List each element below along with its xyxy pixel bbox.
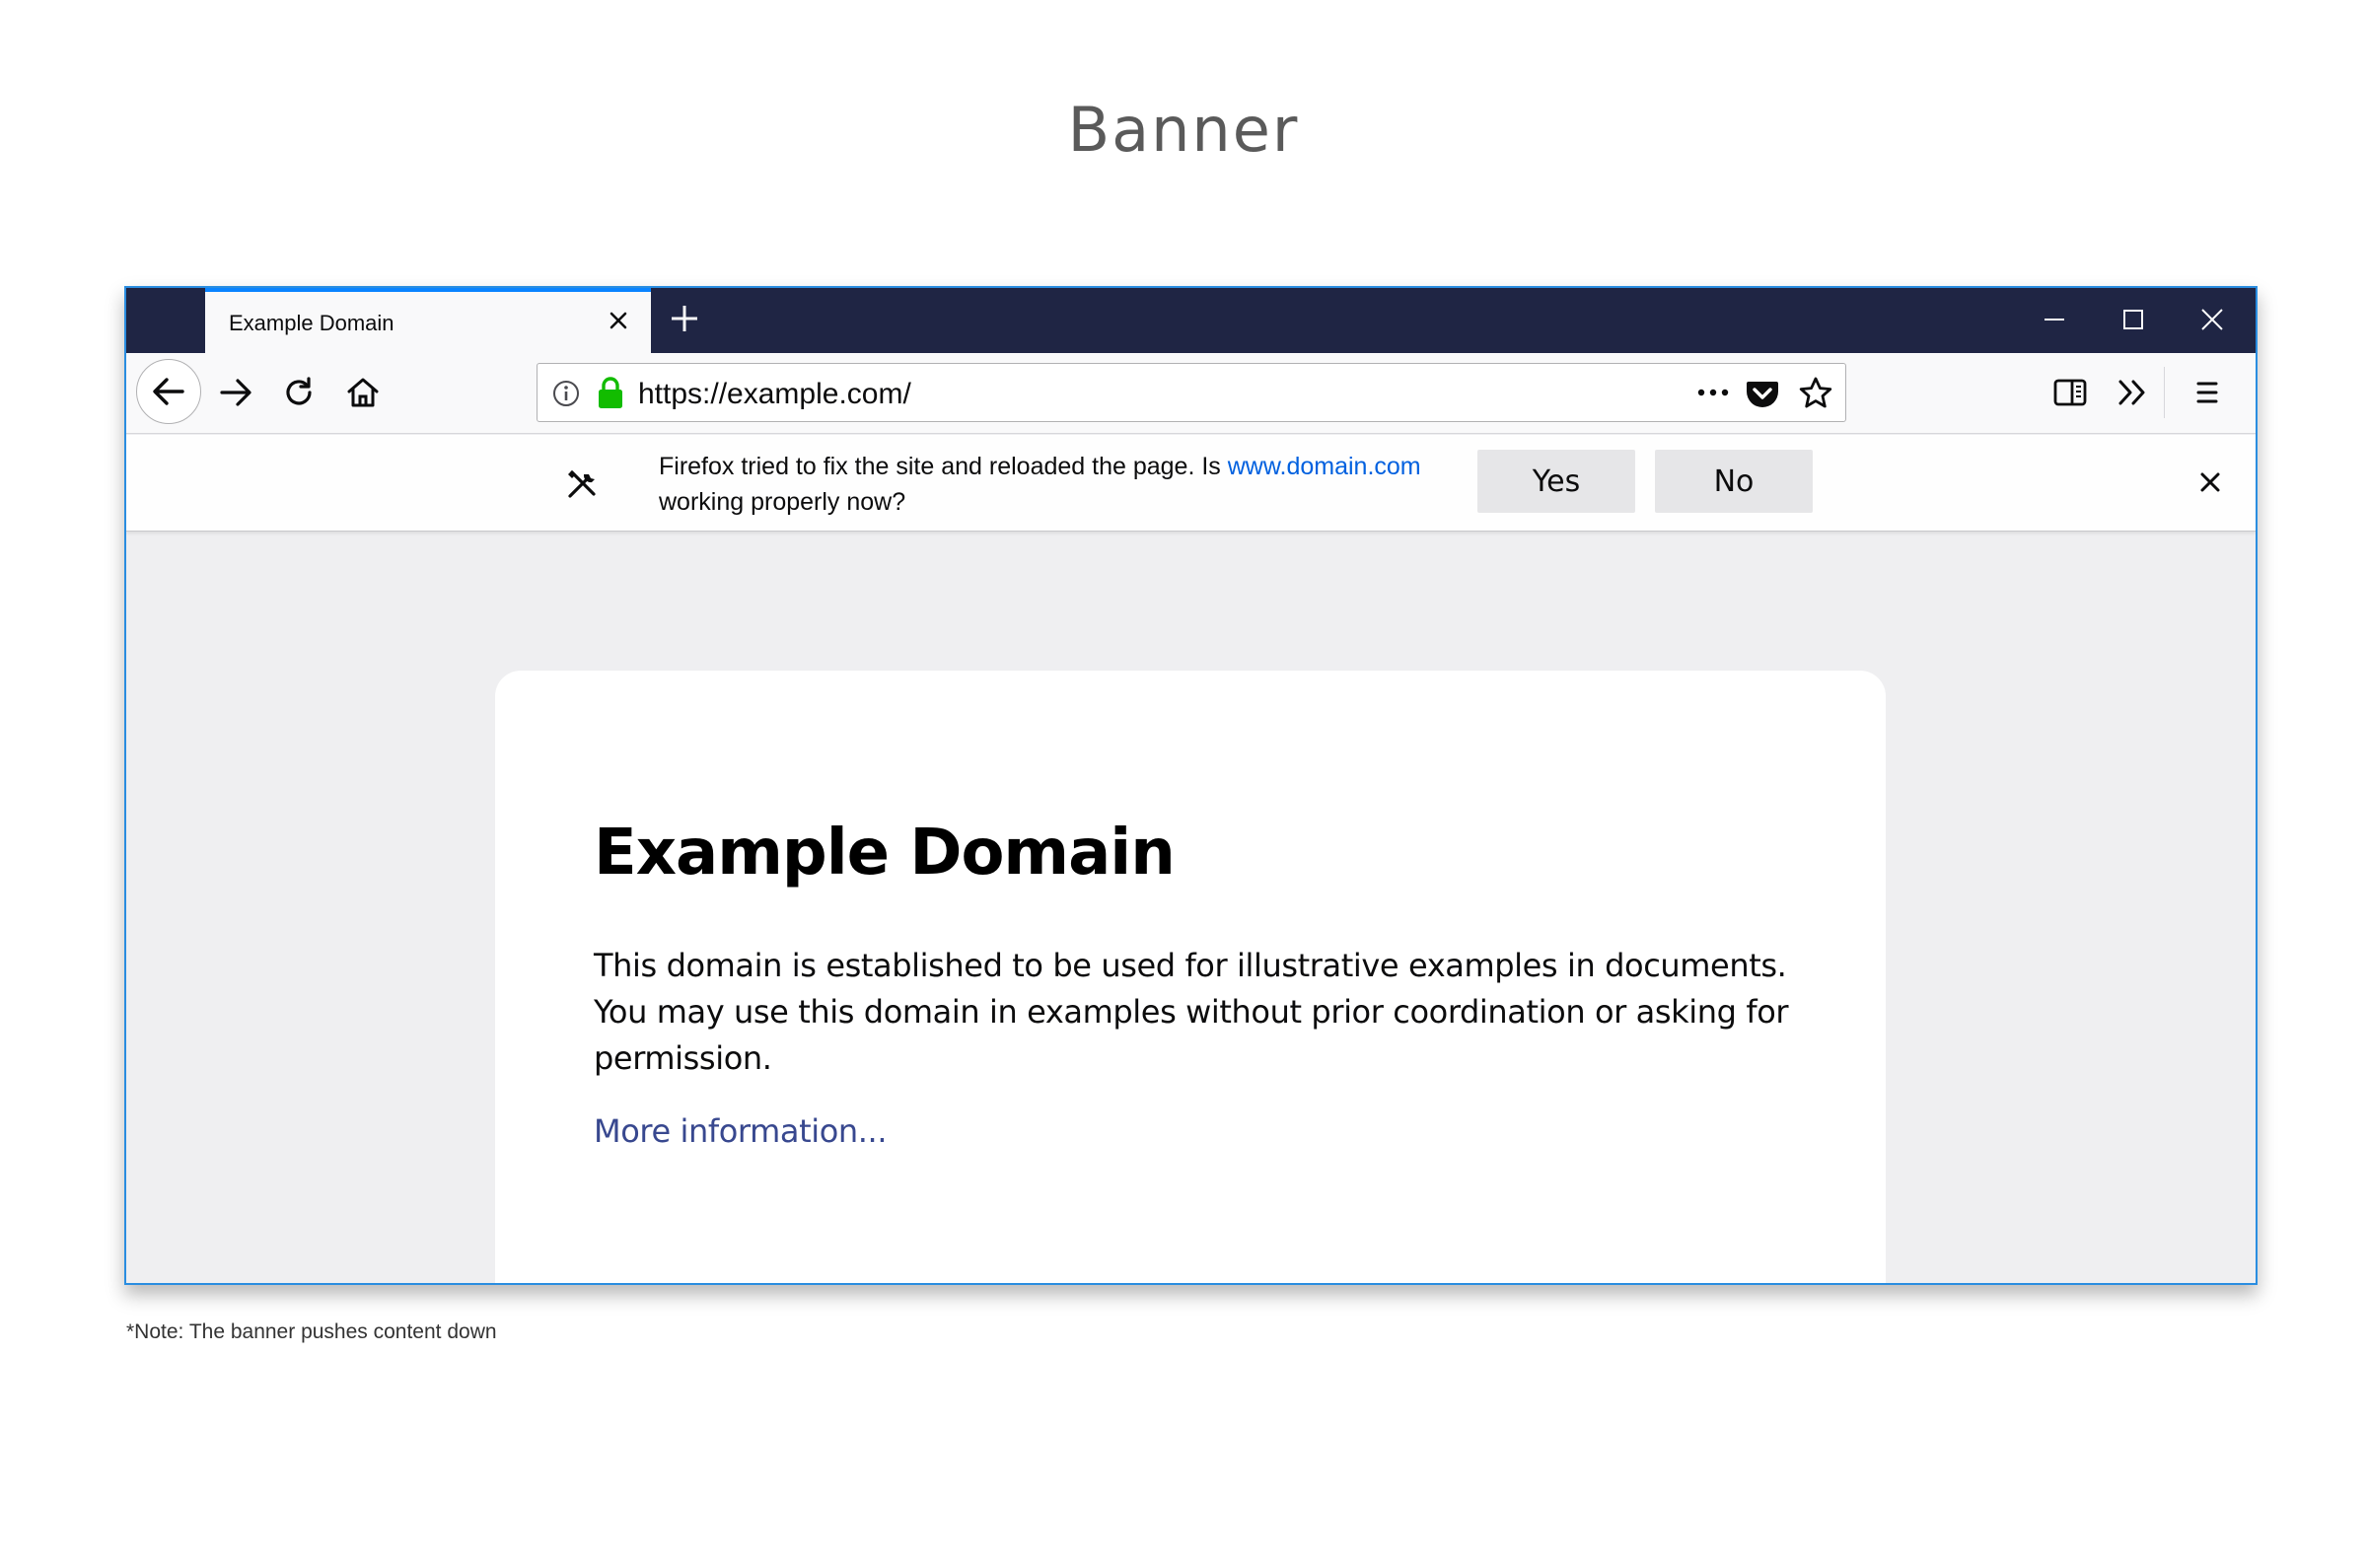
footnote: *Note: The banner pushes content down — [126, 1320, 497, 1343]
lock-icon[interactable] — [597, 376, 624, 409]
minimize-icon[interactable] — [2033, 300, 2076, 339]
back-arrow-icon[interactable] — [136, 359, 201, 424]
more-dots-icon[interactable] — [1691, 378, 1735, 407]
close-icon[interactable] — [2194, 466, 2226, 498]
yes-button[interactable]: Yes — [1477, 450, 1635, 513]
tools-icon — [564, 466, 600, 502]
navigation-toolbar: https://example.com/ — [126, 353, 2256, 434]
notification-banner: Firefox tried to fix the site and reload… — [126, 435, 2256, 532]
page-heading: Banner — [1067, 94, 1300, 166]
browser-window: Example Domain https://example.com/ Fire… — [124, 286, 2258, 1285]
tab-strip: Example Domain — [126, 288, 2256, 353]
hamburger-menu-icon[interactable] — [2177, 362, 2238, 423]
overflow-chevron-icon[interactable] — [2102, 362, 2163, 423]
tab-example-domain[interactable]: Example Domain — [205, 288, 651, 353]
maximize-icon[interactable] — [2112, 300, 2155, 339]
info-icon[interactable] — [551, 379, 581, 408]
home-icon[interactable] — [332, 362, 394, 423]
notification-message: Firefox tried to fix the site and reload… — [659, 449, 1468, 520]
page-body-text: This domain is established to be used fo… — [594, 947, 1789, 1077]
pocket-icon[interactable] — [1745, 377, 1780, 410]
no-button[interactable]: No — [1655, 450, 1813, 513]
reload-icon[interactable] — [268, 362, 329, 423]
star-icon[interactable] — [1798, 376, 1833, 411]
tab-title: Example Domain — [229, 311, 394, 335]
plus-icon[interactable] — [665, 299, 704, 338]
window-close-icon[interactable] — [2190, 300, 2234, 339]
notification-text-after: working properly now? — [659, 488, 906, 516]
notification-text-before: Firefox tried to fix the site and reload… — [659, 453, 1228, 480]
more-information-link[interactable]: More information... — [594, 1112, 888, 1150]
close-icon[interactable] — [604, 306, 633, 335]
content-card: Example Domain This domain is establishe… — [495, 671, 1886, 1283]
page-title: Example Domain — [594, 817, 1176, 890]
url-text[interactable]: https://example.com/ — [638, 378, 911, 411]
notification-domain-link[interactable]: www.domain.com — [1228, 453, 1421, 480]
toolbar-separator — [2164, 367, 2165, 418]
url-bar[interactable]: https://example.com/ — [537, 363, 1846, 422]
forward-arrow-icon[interactable] — [205, 362, 266, 423]
sidebar-icon[interactable] — [2040, 362, 2101, 423]
